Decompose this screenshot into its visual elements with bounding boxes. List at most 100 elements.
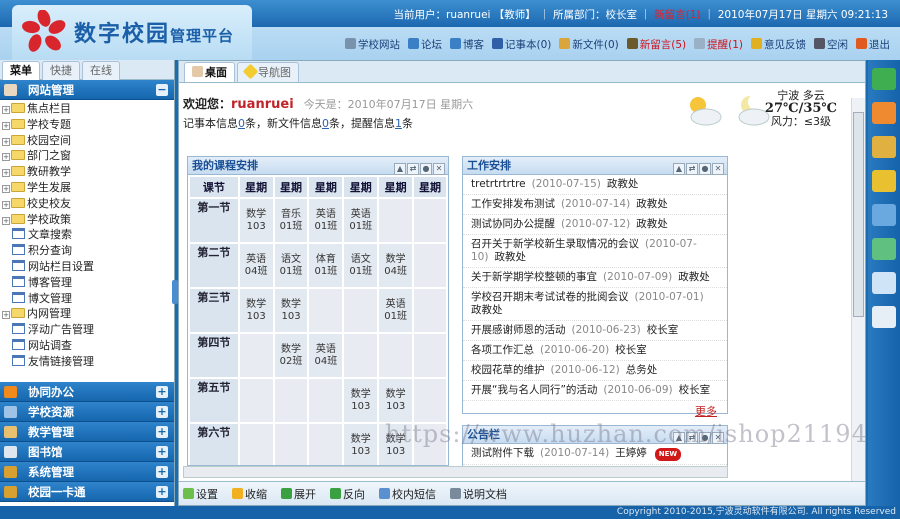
reminder-count-link[interactable]: 1 <box>395 117 402 130</box>
tab-online[interactable]: 在线 <box>82 61 120 80</box>
list-item[interactable]: 工作安排发布测试 (2010-07-14) 政教处 <box>463 195 727 215</box>
expand-icon[interactable]: + <box>156 486 168 498</box>
menu-section[interactable]: 图书馆 + <box>0 442 174 462</box>
toplink-2[interactable]: 博客 <box>450 38 484 51</box>
expand-icon[interactable]: + <box>2 216 10 225</box>
toplink-8[interactable]: 空闲 <box>814 38 848 51</box>
course-cell[interactable]: 语文 01班 <box>274 244 308 287</box>
list-item[interactable]: 学校召开期末考试试卷的批阅会议 (2010-07-01) 政教处 <box>463 288 727 321</box>
tree-item[interactable]: 文章搜索 <box>0 227 174 243</box>
course-cell[interactable] <box>414 244 446 287</box>
course-cell[interactable] <box>274 379 308 422</box>
tree-item[interactable]: + 学校政策 <box>0 212 174 228</box>
toplink-3[interactable]: 记事本(0) <box>492 38 551 51</box>
tab-navmap[interactable]: 导航图 <box>237 62 299 82</box>
tree-item[interactable]: + 学生发展 <box>0 180 174 196</box>
settings-icon[interactable]: ● <box>699 163 711 175</box>
tree-item[interactable]: 网站栏目设置 <box>0 259 174 275</box>
toplink-1[interactable]: 论坛 <box>408 38 442 51</box>
tree-item[interactable]: + 教研教学 <box>0 164 174 180</box>
close-icon[interactable]: ✕ <box>433 163 445 175</box>
right-tool-icon[interactable] <box>872 102 896 124</box>
settings-icon[interactable]: ● <box>420 163 432 175</box>
expand-icon[interactable]: + <box>156 466 168 478</box>
toplink-7[interactable]: 意见反馈 <box>751 38 806 51</box>
list-item[interactable]: 开展“我与名人同行”的活动 (2010-06-09) 校长室 <box>463 381 727 401</box>
course-cell[interactable]: 数学 02班 <box>274 334 308 377</box>
course-cell[interactable] <box>239 379 273 422</box>
toplink-4[interactable]: 新文件(0) <box>559 38 619 51</box>
toolbar-button[interactable]: 说明文档 <box>450 488 507 501</box>
expand-icon[interactable]: + <box>2 106 10 114</box>
course-cell[interactable]: 英语 04班 <box>239 244 273 287</box>
tab-desktop[interactable]: 桌面 <box>184 62 235 82</box>
tree-item[interactable]: 博客管理 <box>0 275 174 291</box>
expand-icon[interactable]: + <box>156 426 168 438</box>
toplink-5[interactable]: 新留言(5) <box>626 38 686 51</box>
course-cell[interactable] <box>414 199 446 242</box>
tree-item[interactable]: + 焦点栏目 <box>0 101 174 117</box>
tree-item[interactable]: 积分查询 <box>0 243 174 259</box>
list-item[interactable]: 召开关于新学校新生录取情况的会议 (2010-07-10) 政教处 <box>463 235 727 268</box>
expand-icon[interactable]: + <box>2 169 10 178</box>
course-cell[interactable] <box>309 424 343 465</box>
course-cell[interactable]: 数学 103 <box>239 289 273 332</box>
course-cell[interactable]: 英语 01班 <box>379 289 413 332</box>
expand-icon[interactable]: + <box>2 137 10 146</box>
toplink-9[interactable]: 退出 <box>856 38 890 51</box>
tree-item[interactable]: 博文管理 <box>0 291 174 307</box>
toolbar-button[interactable]: 收缩 <box>232 488 267 501</box>
course-cell[interactable]: 数学 103 <box>239 199 273 242</box>
course-cell[interactable]: 英语 01班 <box>309 199 343 242</box>
list-item[interactable]: 各项工作汇总 (2010-06-20) 校长室 <box>463 341 727 361</box>
course-cell[interactable]: 数学 103 <box>379 379 413 422</box>
tree-item[interactable]: + 部门之窗 <box>0 148 174 164</box>
horizontal-scrollbar[interactable] <box>183 466 728 478</box>
right-tool-icon[interactable] <box>872 136 896 158</box>
tab-shortcut[interactable]: 快捷 <box>42 61 80 80</box>
course-cell[interactable] <box>239 334 273 377</box>
files-count-link[interactable]: 0 <box>322 117 329 130</box>
course-cell[interactable] <box>344 289 378 332</box>
menu-section[interactable]: 协同办公 + <box>0 382 174 402</box>
course-cell[interactable]: 数学 103 <box>344 379 378 422</box>
list-item[interactable]: tretrtrtrtre (2010-07-15) 政教处 <box>463 175 727 195</box>
toolbar-button[interactable]: 反向 <box>330 488 365 501</box>
course-cell[interactable]: 数学 103 <box>344 424 378 465</box>
course-cell[interactable] <box>379 199 413 242</box>
list-item[interactable]: 关于新学期学校整顿的事宜 (2010-07-09) 政教处 <box>463 268 727 288</box>
course-cell[interactable] <box>414 334 446 377</box>
course-cell[interactable]: 体育 01班 <box>309 244 343 287</box>
section-website-management[interactable]: 网站管理 − <box>0 80 174 100</box>
right-tool-icon[interactable] <box>872 272 896 294</box>
course-cell[interactable] <box>274 424 308 465</box>
toplink-0[interactable]: 学校网站 <box>345 38 400 51</box>
tree-item[interactable]: + 内网管理 <box>0 306 174 322</box>
list-item[interactable]: 开展感谢师恩的活动 (2010-06-23) 校长室 <box>463 321 727 341</box>
alert-text[interactable]: 新留言(1) <box>654 9 700 21</box>
course-cell[interactable]: 语文 01班 <box>344 244 378 287</box>
toolbar-button[interactable]: 展开 <box>281 488 316 501</box>
expand-icon[interactable]: + <box>2 121 10 130</box>
course-cell[interactable]: 英语 04班 <box>309 334 343 377</box>
list-item[interactable]: 测试协同办公提醒 (2010-07-12) 政教处 <box>463 215 727 235</box>
tree-item[interactable]: + 校史校友 <box>0 196 174 212</box>
course-cell[interactable] <box>309 289 343 332</box>
notes-count-link[interactable]: 0 <box>238 117 245 130</box>
right-tool-icon[interactable] <box>872 68 896 90</box>
tree-item[interactable]: 网站调查 <box>0 338 174 354</box>
tree-item[interactable]: 友情链接管理 <box>0 354 174 370</box>
course-cell[interactable] <box>379 334 413 377</box>
toolbar-button[interactable]: 设置 <box>183 488 218 501</box>
menu-section[interactable]: 系统管理 + <box>0 462 174 482</box>
more-link[interactable]: 更多 <box>463 401 727 421</box>
right-tool-icon[interactable] <box>872 170 896 192</box>
toolbar-button[interactable]: 校内短信 <box>379 488 436 501</box>
expand-icon[interactable]: + <box>156 386 168 398</box>
right-tool-icon[interactable] <box>872 204 896 226</box>
expand-icon[interactable]: + <box>2 184 10 193</box>
expand-icon[interactable]: + <box>2 200 10 209</box>
menu-section[interactable]: 教学管理 + <box>0 422 174 442</box>
course-cell[interactable]: 音乐 01班 <box>274 199 308 242</box>
collapse-icon[interactable]: ▲ <box>394 163 406 175</box>
